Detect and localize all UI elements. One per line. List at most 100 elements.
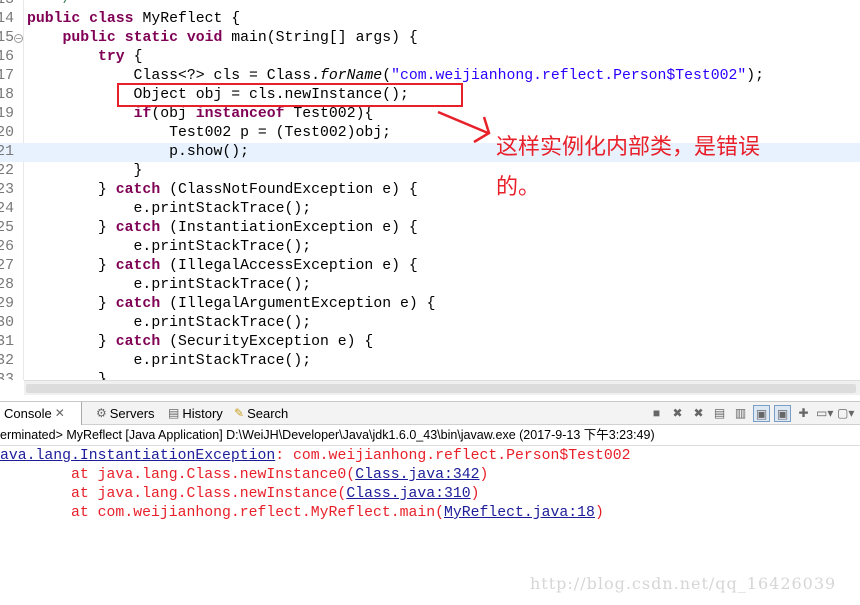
code-token: }	[27, 334, 116, 350]
source-link[interactable]: Class.java:310	[346, 486, 470, 502]
code-token: catch	[115, 220, 161, 236]
frame-text: at java.lang.Class.newInstance0(	[0, 467, 356, 483]
code-token: }	[27, 163, 143, 179]
source-link[interactable]: Class.java:342	[355, 467, 479, 483]
tab-servers[interactable]: ⚙ Servers	[96, 402, 155, 425]
tab-history[interactable]: ▤ History	[168, 402, 223, 425]
stack-frame: at com.weijianhong.reflect.MyReflect.mai…	[0, 504, 604, 523]
code-token: e.printStackTrace();	[27, 277, 312, 293]
frame-suffix: )	[479, 467, 489, 483]
tab-label: Console	[4, 406, 52, 421]
exception-link[interactable]: ava.lang.InstantiationException	[0, 448, 275, 464]
stack-frame: at java.lang.Class.newInstance(Class.jav…	[0, 485, 480, 504]
line-number: 18	[0, 87, 14, 103]
code-line[interactable]: 26 e.printStackTrace();	[0, 238, 860, 257]
console-exception-line: ava.lang.InstantiationException: com.wei…	[0, 447, 630, 466]
frame-suffix: )	[470, 486, 480, 502]
code-token: catch	[115, 182, 161, 198]
code-token: e.printStackTrace();	[27, 239, 312, 255]
pin-console-icon[interactable]: ✚	[795, 405, 812, 422]
annotation-text: 这样实例化内部类，是错误的。	[496, 135, 761, 200]
code-token: }	[27, 258, 116, 274]
code-line[interactable]: 30 e.printStackTrace();	[0, 314, 860, 333]
show-on-stdout-icon[interactable]: ▣	[753, 405, 770, 422]
tab-label: History	[182, 406, 223, 421]
line-number: 15	[0, 30, 14, 46]
tab-console[interactable]: Console ✕	[0, 402, 82, 425]
line-number: 16	[0, 49, 14, 65]
open-console-icon[interactable]: ▢▾	[837, 405, 854, 422]
code-editor[interactable]: 13 */14 public class MyReflect {15− publi…	[0, 0, 860, 380]
show-on-stderr-icon[interactable]: ▣	[774, 405, 791, 422]
line-number: 33	[0, 372, 14, 380]
fold-icon[interactable]: −	[14, 34, 23, 43]
code-token: if	[133, 106, 152, 122]
code-line[interactable]: 27 } catch (IllegalAccessException e) {	[0, 257, 860, 276]
line-number: 27	[0, 258, 14, 274]
line-number: 17	[0, 68, 14, 84]
line-number: 22	[0, 163, 14, 179]
code-token: (obj	[151, 106, 196, 122]
code-token: }	[27, 372, 107, 380]
code-token: p.show();	[27, 144, 249, 160]
source-link[interactable]: MyReflect.java:18	[444, 505, 595, 521]
code-line[interactable]: 25 } catch (InstantiationException e) {	[0, 219, 860, 238]
code-line[interactable]: 32 e.printStackTrace();	[0, 352, 860, 371]
arrow-icon	[437, 110, 491, 144]
history-icon: ▤	[168, 406, 180, 420]
code-token: e.printStackTrace();	[27, 201, 312, 217]
line-number: 19	[0, 106, 14, 122]
code-line[interactable]: 31 } catch (SecurityException e) {	[0, 333, 860, 352]
code-token: forName	[320, 68, 383, 84]
code-line[interactable]: 16 try {	[0, 48, 860, 67]
code-line[interactable]: 13 */	[0, 0, 860, 10]
console-tab-bar: Console ✕ ⚙ Servers ▤ History ✎ Search ■…	[0, 401, 860, 425]
clear-console-icon[interactable]: ▤	[711, 405, 728, 422]
line-number: 24	[0, 201, 14, 217]
code-token: (SecurityException e) {	[160, 334, 374, 350]
code-token: Test002 p = (Test002)obj;	[27, 125, 392, 141]
code-token: main(String[] args) {	[222, 30, 418, 46]
code-line[interactable]: 15− public static void main(String[] arg…	[0, 29, 860, 48]
code-token: }	[27, 182, 116, 198]
scroll-lock-icon[interactable]: ▥	[732, 405, 749, 422]
tab-label: Servers	[109, 406, 155, 421]
code-line[interactable]: 14 public class MyReflect {	[0, 10, 860, 29]
line-number: 13	[0, 0, 14, 8]
servers-icon: ⚙	[96, 406, 107, 420]
frame-suffix: )	[594, 505, 604, 521]
terminate-icon[interactable]: ■	[648, 405, 665, 422]
tab-search[interactable]: ✎ Search	[234, 402, 288, 425]
code-line[interactable]: 28 e.printStackTrace();	[0, 276, 860, 295]
close-icon[interactable]: ✕	[55, 402, 65, 425]
line-number: 28	[0, 277, 14, 293]
code-token: (IllegalArgumentException e) {	[160, 296, 436, 312]
line-number: 20	[0, 125, 14, 141]
code-line[interactable]: 33 }	[0, 371, 860, 380]
line-number: 32	[0, 353, 14, 369]
code-token: (InstantiationException e) {	[160, 220, 418, 236]
code-line[interactable]: 29 } catch (IllegalArgumentException e) …	[0, 295, 860, 314]
code-token: catch	[115, 258, 161, 274]
code-token: public static void	[62, 30, 223, 46]
code-token: e.printStackTrace();	[27, 315, 312, 331]
line-number: 29	[0, 296, 14, 312]
exception-message: : com.weijianhong.reflect.Person$Test002	[275, 448, 631, 464]
horizontal-scrollbar[interactable]	[24, 380, 860, 395]
frame-text: at java.lang.Class.newInstance(	[0, 486, 347, 502]
code-token: Class<?> cls = Class.	[27, 68, 321, 84]
code-token: catch	[115, 296, 161, 312]
code-token: catch	[115, 334, 161, 350]
code-token: (	[382, 68, 392, 84]
remove-launch-icon[interactable]: ✖	[669, 405, 686, 422]
display-console-icon[interactable]: ▭▾	[816, 405, 833, 422]
frame-text: at com.weijianhong.reflect.MyReflect.mai…	[0, 505, 444, 521]
line-number: 26	[0, 239, 14, 255]
tab-label: Search	[247, 406, 289, 421]
remove-all-terminated-icon[interactable]: ✖	[690, 405, 707, 422]
code-token: );	[746, 68, 765, 84]
code-token: public class	[27, 11, 134, 27]
code-token: MyReflect {	[133, 11, 241, 27]
